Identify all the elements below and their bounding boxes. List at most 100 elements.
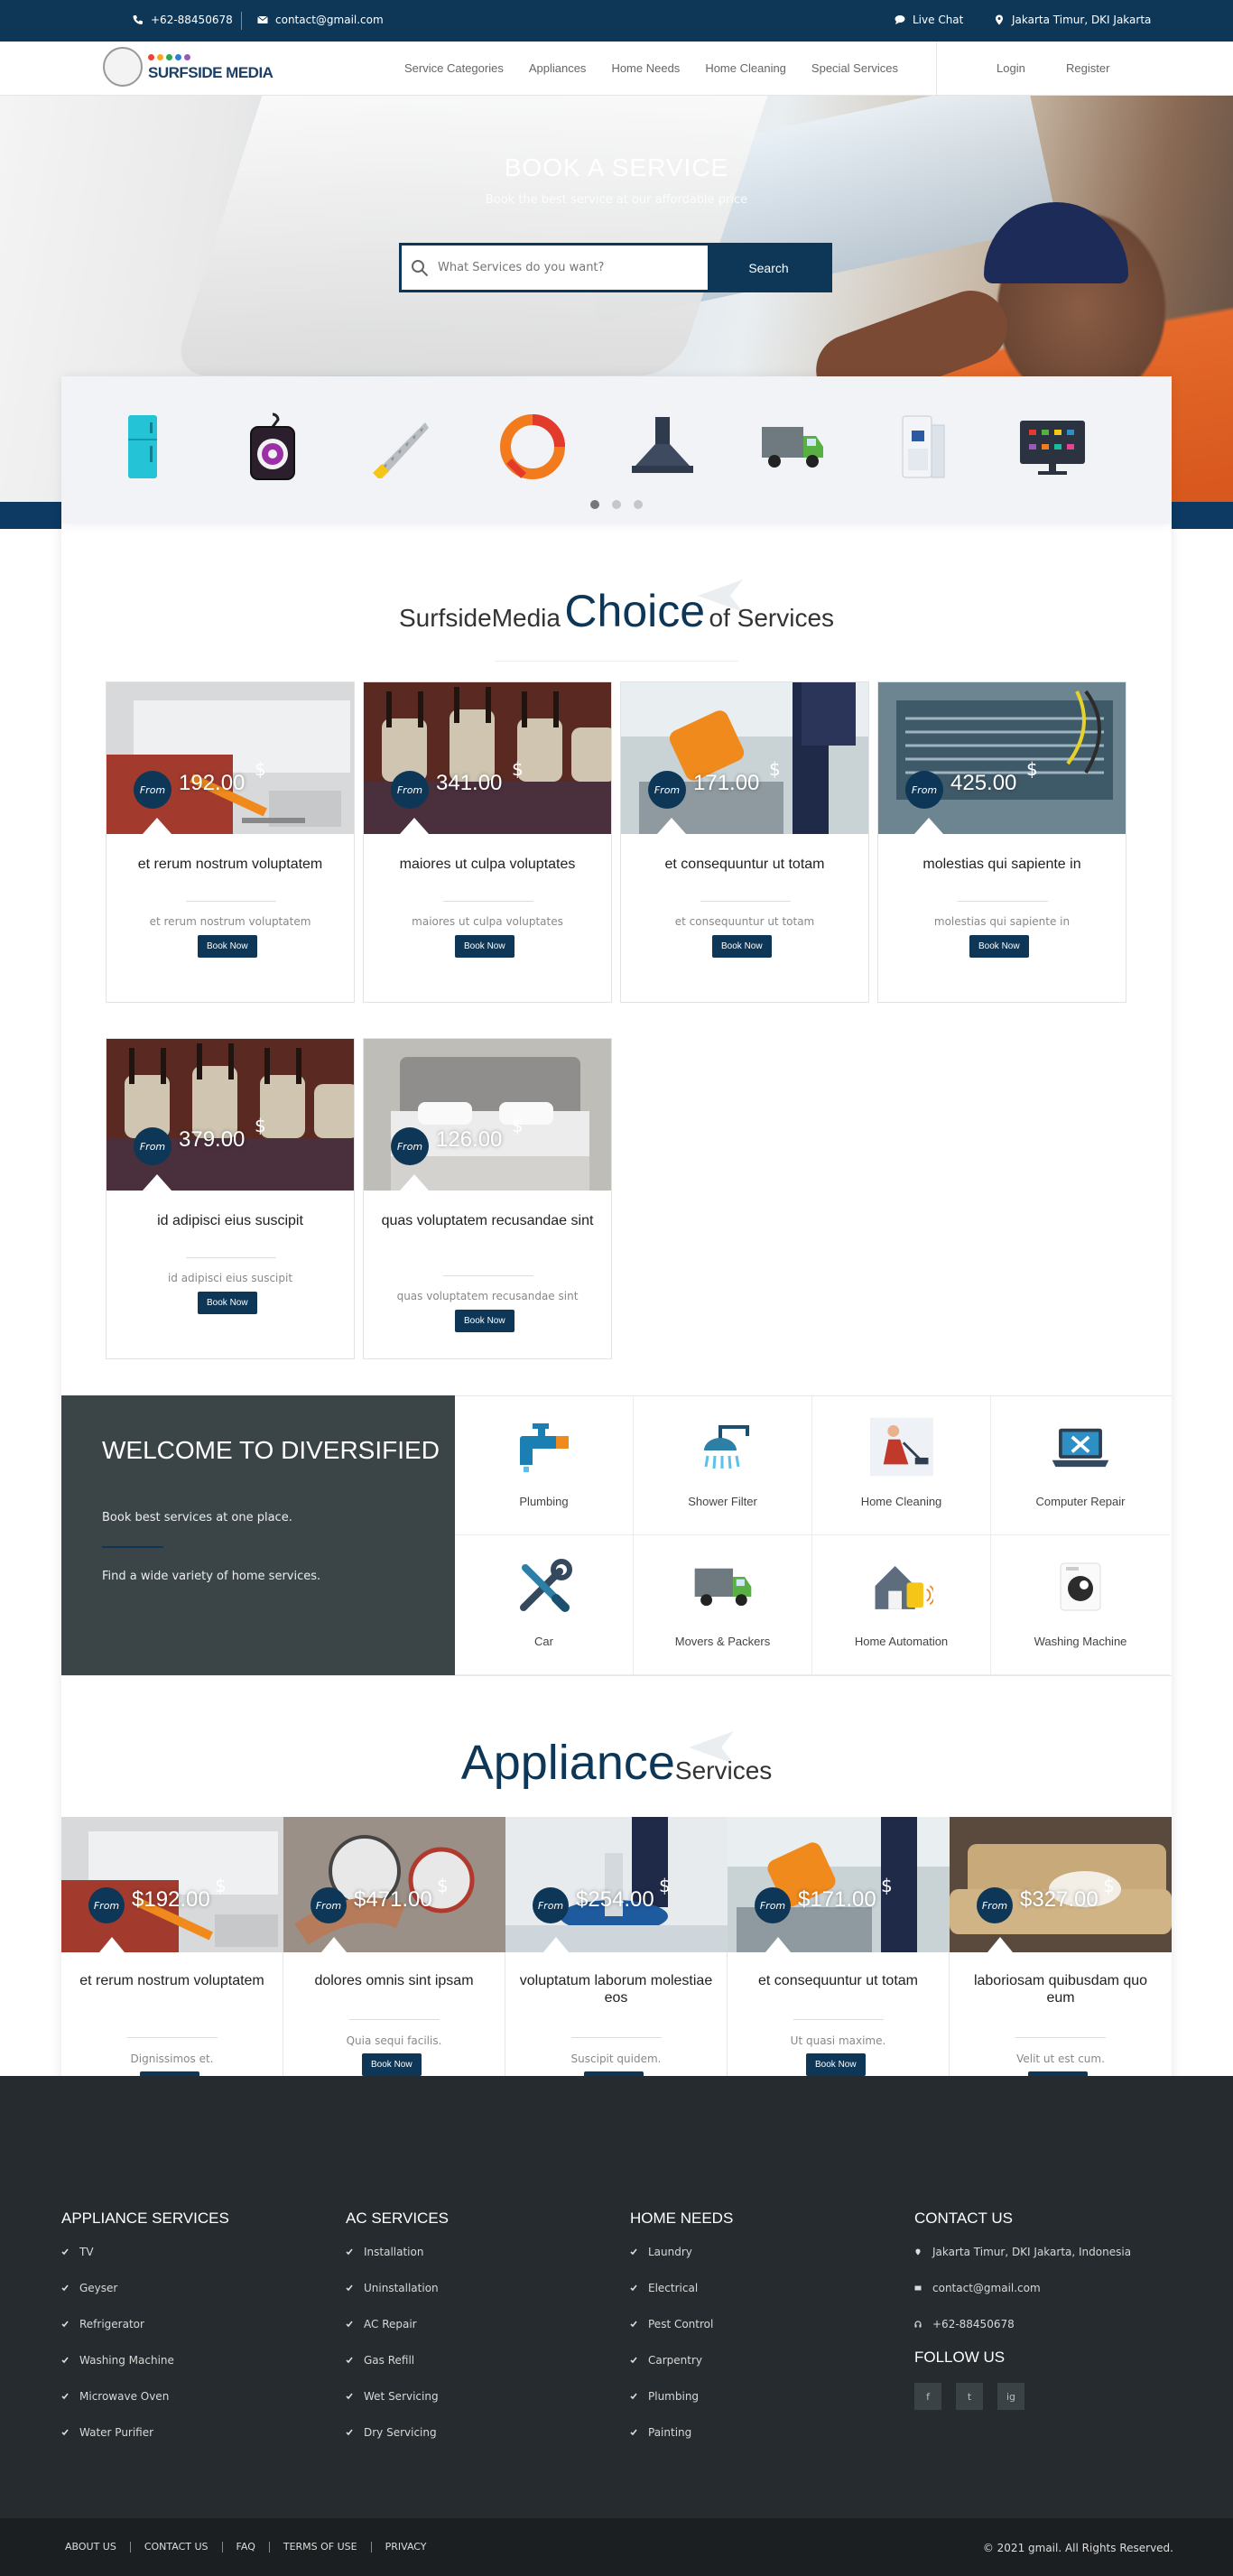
nav-appliances[interactable]: Appliances — [529, 61, 587, 75]
contact-email[interactable]: contact@gmail.com — [914, 2282, 1131, 2318]
book-now-button[interactable]: Book Now — [806, 2053, 866, 2076]
service-tile-movers-packers[interactable]: Movers & Packers — [634, 1535, 812, 1675]
email-contact[interactable]: contact@gmail.com — [257, 14, 384, 26]
truck-icon[interactable] — [756, 411, 829, 483]
footer-link[interactable]: Carpentry — [630, 2354, 733, 2390]
book-now-button[interactable]: Book Now — [362, 2053, 422, 2076]
footer-link-label: Pest Control — [648, 2318, 714, 2330]
tv-icon[interactable] — [1016, 411, 1089, 483]
book-now-button[interactable]: Book Now — [455, 1310, 515, 1332]
phone-contact[interactable]: +62-88450678 — [133, 14, 233, 26]
footer-link-label: Washing Machine — [79, 2354, 174, 2367]
card-image — [364, 1039, 611, 1191]
footer-link[interactable]: Uninstallation — [346, 2282, 449, 2318]
footer-link[interactable]: Laundry — [630, 2246, 733, 2282]
book-now-button[interactable]: Book Now — [712, 935, 772, 958]
footer-link[interactable]: Microwave Oven — [61, 2390, 229, 2426]
twitter-icon[interactable]: t — [956, 2383, 983, 2410]
faq-link[interactable]: FAQ — [223, 2542, 270, 2553]
appliance-card[interactable]: From $254.00 $ voluptatum laborum molest… — [505, 1817, 728, 2117]
footer-link[interactable]: Electrical — [630, 2282, 733, 2318]
nav-home-cleaning[interactable]: Home Cleaning — [705, 61, 786, 75]
appliance-card[interactable]: From $171.00 $ et consequuntur ut totam … — [728, 1817, 950, 2117]
instagram-icon[interactable]: ig — [997, 2383, 1024, 2410]
footer-link[interactable]: Washing Machine — [61, 2354, 229, 2390]
carousel-dot[interactable] — [590, 500, 599, 509]
check-icon — [630, 2321, 637, 2328]
search-icon — [402, 246, 438, 290]
login-link[interactable]: Login — [997, 61, 1025, 75]
nav-home-needs[interactable]: Home Needs — [611, 61, 680, 75]
chimney-hood-icon[interactable] — [626, 411, 699, 483]
service-tile-washing-machine[interactable]: Washing Machine — [991, 1535, 1170, 1675]
live-chat-link[interactable]: Live Chat — [895, 14, 963, 26]
footer-link-label: Laundry — [648, 2246, 692, 2258]
about-us-link[interactable]: ABOUT US — [65, 2542, 131, 2553]
service-tile-computer-repair[interactable]: Computer Repair — [991, 1395, 1170, 1535]
card-rule — [958, 901, 1048, 902]
book-now-button[interactable]: Book Now — [969, 935, 1029, 958]
appliance-card[interactable]: From $471.00 $ dolores omnis sint ipsam … — [283, 1817, 505, 2117]
book-now-button[interactable]: Book Now — [198, 935, 257, 958]
service-tile-plumbing[interactable]: Plumbing — [455, 1395, 634, 1535]
air-purifier-icon[interactable] — [886, 411, 959, 483]
phone-icon — [133, 15, 143, 24]
card-rule — [793, 2019, 884, 2020]
saw-icon[interactable] — [366, 411, 439, 483]
footer-link[interactable]: Water Purifier — [61, 2426, 229, 2462]
book-now-button[interactable]: Book Now — [455, 935, 515, 958]
currency-symbol: $ — [1103, 1875, 1115, 1896]
service-card[interactable]: From 379.00 $ id adipisci eius suscipit … — [106, 1038, 355, 1359]
logo-emblem — [103, 47, 143, 87]
footer-link[interactable]: AC Repair — [346, 2318, 449, 2354]
nav-service-categories[interactable]: Service Categories — [404, 61, 504, 75]
carousel-dot[interactable] — [634, 500, 643, 509]
footer-link[interactable]: TV — [61, 2246, 229, 2282]
washing-machine-icon[interactable] — [236, 411, 309, 483]
service-card[interactable]: From 341.00 $ maiores ut culpa voluptate… — [363, 681, 612, 1003]
color-wheel-icon[interactable] — [496, 411, 569, 483]
footer-link[interactable]: Dry Servicing — [346, 2426, 449, 2462]
search-button[interactable]: Search — [708, 246, 830, 290]
category-carousel — [61, 376, 1172, 524]
welcome-title: WELCOME TO DIVERSIFIED — [102, 1436, 440, 1464]
search-input[interactable] — [438, 246, 708, 290]
service-tile-home-cleaning[interactable]: Home Cleaning — [812, 1395, 991, 1535]
carousel-dot[interactable] — [612, 500, 621, 509]
privacy-link[interactable]: PRIVACY — [372, 2542, 440, 2553]
footer-link[interactable]: Painting — [630, 2426, 733, 2462]
service-tile-car[interactable]: Car — [455, 1535, 634, 1675]
footer-link[interactable]: Plumbing — [630, 2390, 733, 2426]
footer-link[interactable]: Geyser — [61, 2282, 229, 2318]
footer-link[interactable]: Pest Control — [630, 2318, 733, 2354]
check-icon — [346, 2357, 353, 2364]
site-logo[interactable]: SURFSIDE MEDIA — [103, 47, 273, 87]
footer-link[interactable]: Gas Refill — [346, 2354, 449, 2390]
service-card[interactable]: From 171.00 $ et consequuntur ut totam e… — [620, 681, 869, 1003]
register-link[interactable]: Register — [1066, 61, 1109, 75]
book-now-button[interactable]: Book Now — [198, 1292, 257, 1314]
check-icon — [61, 2429, 69, 2436]
service-card[interactable]: From 126.00 $ quas voluptatem recusandae… — [363, 1038, 612, 1359]
card-notch — [765, 1937, 791, 1952]
currency-symbol: $ — [255, 758, 266, 780]
contact-us-link[interactable]: CONTACT US — [131, 2542, 223, 2553]
appliance-card[interactable]: From $327.00 $ laboriosam quibusdam quo … — [950, 1817, 1172, 2117]
carousel-pagination — [61, 500, 1172, 509]
check-icon — [61, 2284, 69, 2292]
facebook-icon[interactable]: f — [914, 2383, 941, 2410]
appliance-card[interactable]: From $192.00 $ et rerum nostrum voluptat… — [61, 1817, 283, 2117]
service-card[interactable]: From 192.00 $ et rerum nostrum voluptate… — [106, 681, 355, 1003]
from-badge: From — [905, 771, 943, 809]
terms-link[interactable]: TERMS OF USE — [270, 2542, 372, 2553]
service-card[interactable]: From 425.00 $ molestias qui sapiente in … — [877, 681, 1126, 1003]
footer-link[interactable]: Wet Servicing — [346, 2390, 449, 2426]
service-tile-home-automation[interactable]: Home Automation — [812, 1535, 991, 1675]
fridge-icon[interactable] — [107, 411, 179, 483]
live-chat-text: Live Chat — [913, 14, 964, 26]
footer-link[interactable]: Refrigerator — [61, 2318, 229, 2354]
nav-special-services[interactable]: Special Services — [811, 61, 898, 75]
service-tile-shower-filter[interactable]: Shower Filter — [634, 1395, 812, 1535]
check-icon — [61, 2248, 69, 2256]
footer-link[interactable]: Installation — [346, 2246, 449, 2282]
